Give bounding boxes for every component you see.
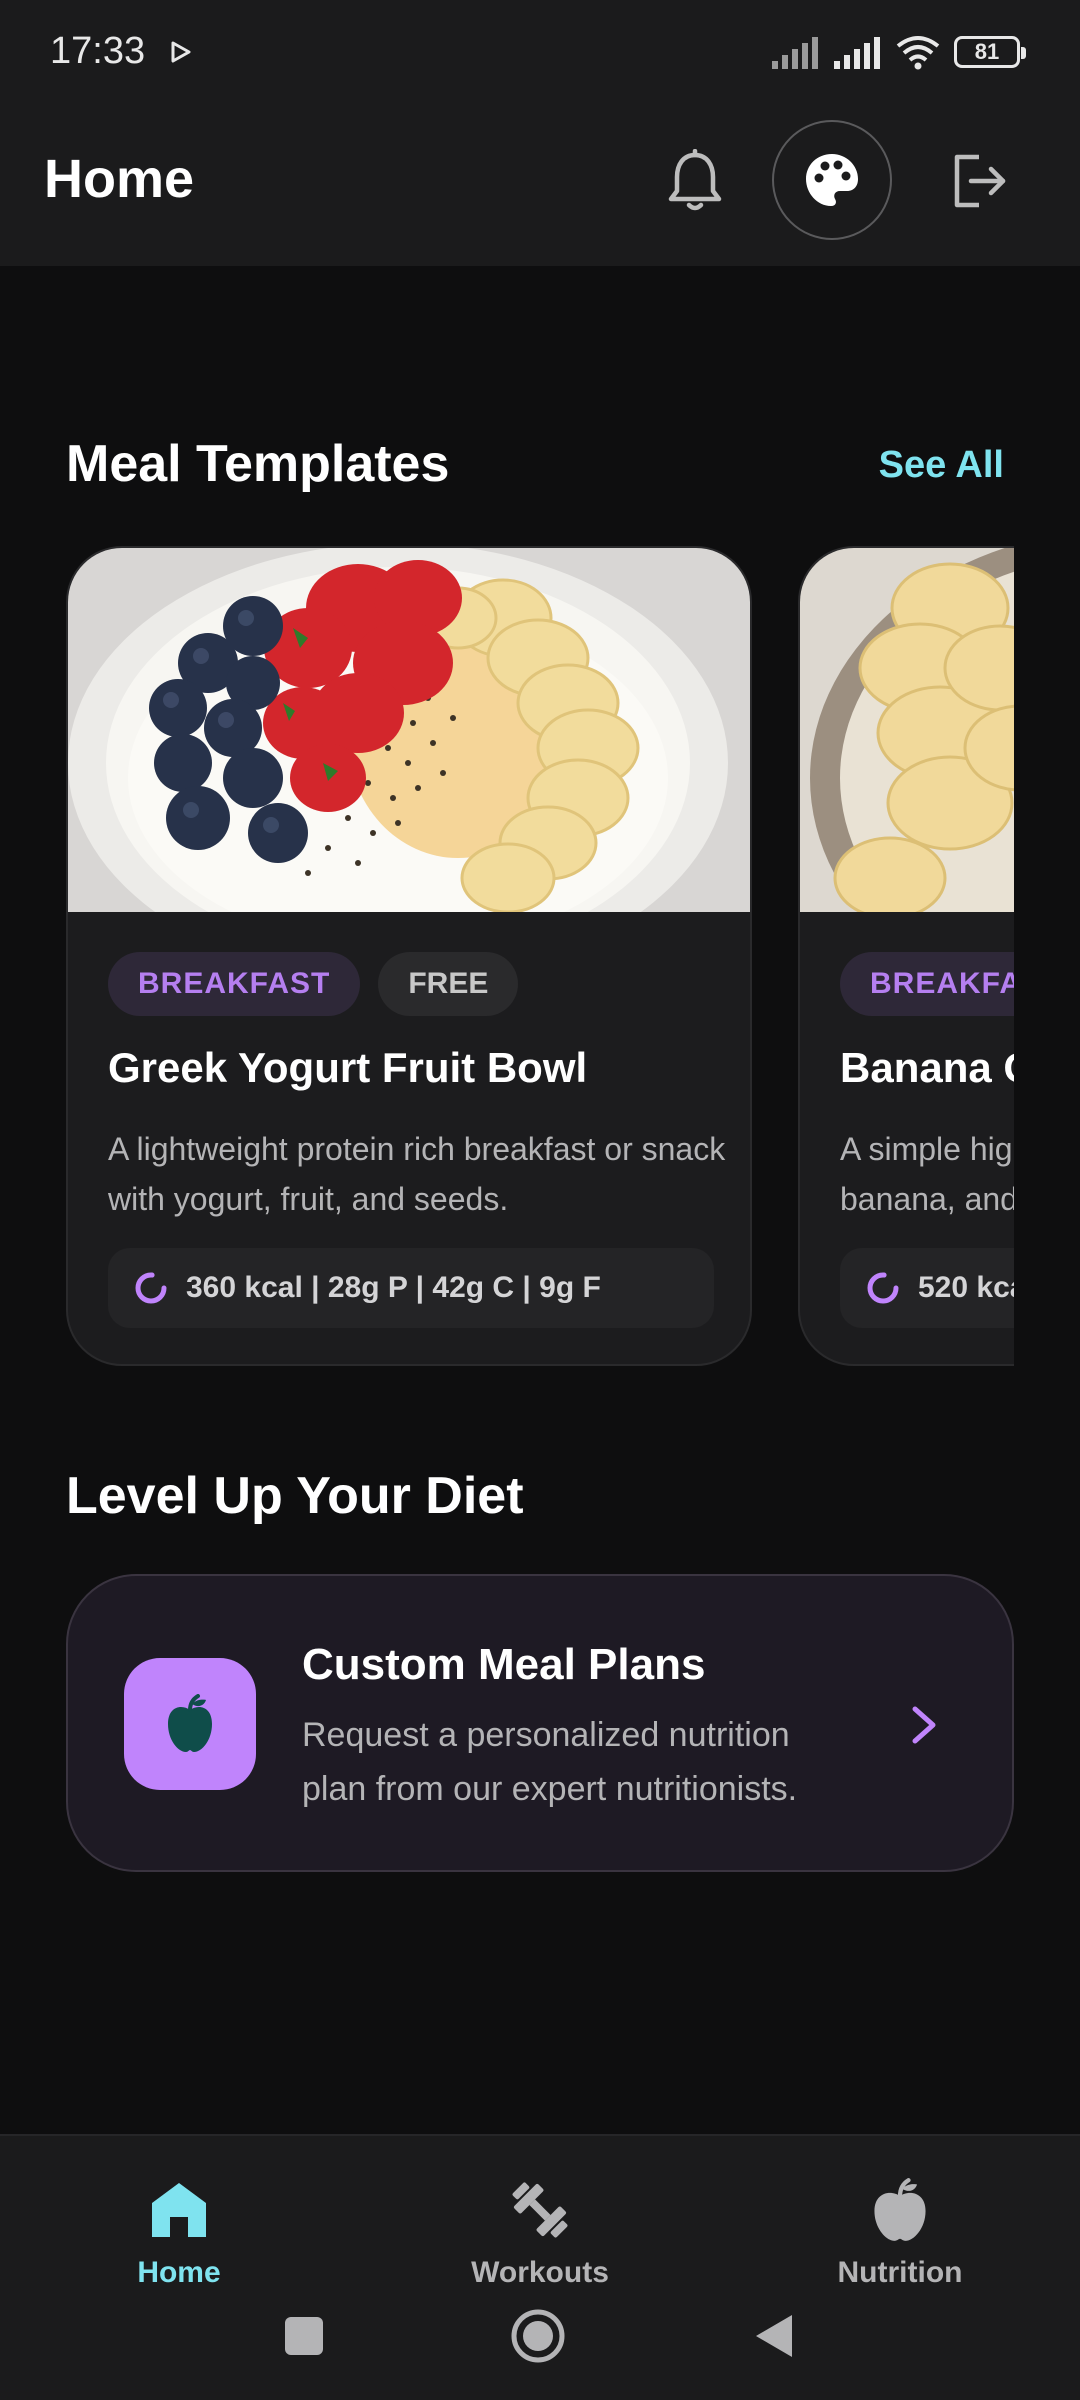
meal-title: Greek Yogurt Fruit Bowl — [108, 1044, 588, 1091]
recents-button[interactable] — [276, 2308, 332, 2364]
palette-icon — [806, 154, 858, 206]
signal-icon — [772, 37, 818, 69]
nav-label: Nutrition — [837, 2256, 963, 2289]
battery-icon: 81 — [954, 36, 1026, 68]
notifications-button[interactable] — [656, 142, 734, 220]
macros-summary: 520 kcal | 32g P | 70g C | 14g F — [840, 1248, 1014, 1328]
chevron-right-icon — [902, 1700, 946, 1750]
battery-level: 81 — [974, 39, 1000, 64]
system-navigation-bar — [0, 2296, 1080, 2376]
meal-description: A simple high protein bowl with oats, ba… — [840, 1131, 1014, 1217]
meal-image — [68, 548, 750, 912]
macros-summary: 360 kcal | 28g P | 42g C | 9g F — [108, 1248, 714, 1328]
home-icon — [143, 2174, 215, 2246]
apple-icon — [168, 1694, 212, 1752]
square-icon — [285, 2317, 323, 2355]
wifi-icon — [896, 36, 940, 70]
logout-button[interactable] — [940, 142, 1018, 220]
meal-image — [800, 548, 1014, 912]
price-badge: FREE — [378, 952, 519, 1016]
meal-tags: BREAKFAST — [840, 952, 1014, 1016]
macros-text: 360 kcal | 28g P | 42g C | 9g F — [186, 1271, 601, 1304]
page-title: Home — [44, 149, 195, 209]
nav-label: Home — [137, 2256, 221, 2289]
app-bar: Home — [0, 106, 1080, 266]
play-icon — [171, 41, 191, 63]
circle-icon — [511, 2309, 565, 2363]
meal-card[interactable]: BREAKFAST FREE Greek Yogurt Fruit Bowl A… — [66, 546, 752, 1366]
nav-item-home[interactable]: Home — [59, 2174, 299, 2314]
level-up-heading: Level Up Your Diet — [66, 1467, 524, 1525]
macros-text: 520 kcal | 32g P | 70g C | 14g F — [918, 1271, 1014, 1304]
nav-item-nutrition[interactable]: Nutrition — [780, 2174, 1020, 2314]
category-badge: BREAKFAST — [108, 952, 361, 1016]
promo-title: Custom Meal Plans — [302, 1640, 706, 1689]
dumbbell-icon — [504, 2174, 576, 2246]
back-button[interactable] — [746, 2308, 802, 2364]
bell-icon — [668, 149, 722, 211]
logout-icon — [954, 154, 1006, 208]
meal-templates-heading: Meal Templates — [66, 435, 450, 493]
home-system-button[interactable] — [510, 2308, 566, 2364]
meal-card[interactable]: BREAKFAST Banana Oats Bowl A simple high… — [798, 546, 1014, 1366]
nav-label: Workouts — [471, 2256, 609, 2289]
custom-meal-plans-card[interactable]: Custom Meal Plans Request a personalized… — [66, 1574, 1014, 1872]
nav-item-workouts[interactable]: Workouts — [420, 2174, 660, 2314]
meal-tags: BREAKFAST FREE — [108, 952, 519, 1016]
progress-ring-icon — [867, 1272, 899, 1304]
status-icons: 81 — [772, 30, 1026, 74]
status-time: 17:33 — [50, 30, 146, 72]
progress-ring-icon — [135, 1272, 167, 1304]
meal-description: A lightweight protein rich breakfast or … — [108, 1131, 726, 1217]
meal-templates-carousel[interactable]: BREAKFAST FREE Greek Yogurt Fruit Bowl A… — [66, 546, 1014, 1366]
category-badge: BREAKFAST — [840, 952, 1014, 1016]
meal-title: Banana Oats Bowl — [840, 1044, 1014, 1091]
status-bar: 17:33 81 — [0, 0, 1080, 106]
see-all-link[interactable]: See All — [879, 444, 1004, 487]
apple-icon — [864, 2174, 936, 2246]
theme-button[interactable] — [772, 120, 892, 240]
back-triangle-icon — [756, 2315, 792, 2357]
promo-description: Request a personalized nutrition plan fr… — [302, 1716, 798, 1808]
promo-icon-tile — [124, 1658, 256, 1790]
signal-icon — [834, 37, 880, 69]
